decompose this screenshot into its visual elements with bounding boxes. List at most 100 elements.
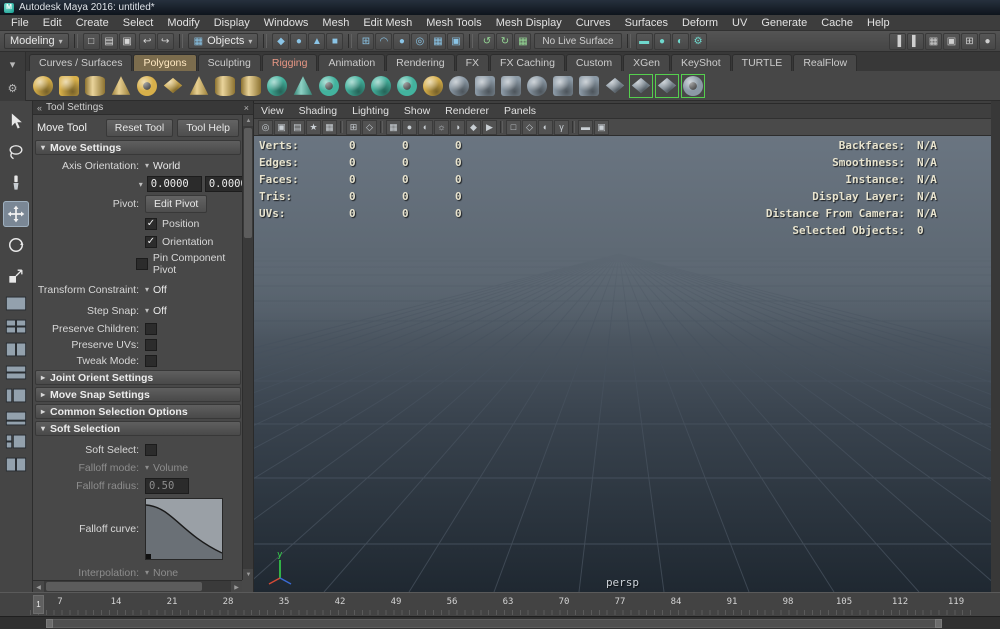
scroll-up-icon[interactable]: ▲ (243, 115, 254, 126)
section-joint-orient-settings[interactable]: ▸ Joint Orient Settings (35, 370, 241, 385)
paint-select-tool[interactable] (3, 170, 29, 196)
2d-pan-zoom-icon[interactable]: ⊞ (346, 120, 361, 135)
viewport-menu-shading[interactable]: Shading (299, 105, 338, 117)
status-separator[interactable] (627, 34, 631, 48)
lasso-tool[interactable] (3, 139, 29, 165)
open-scene-icon[interactable]: ▤ (101, 33, 118, 50)
shelf-tab-animation[interactable]: Animation (318, 54, 385, 71)
menu-uv[interactable]: UV (725, 17, 754, 29)
make-object-live-icon[interactable]: ▣ (447, 33, 464, 50)
falloff-curve-widget[interactable] (145, 498, 223, 560)
shelf-tab-xgen[interactable]: XGen (623, 54, 670, 71)
step-snap-dropdown[interactable]: ▾ Off (145, 305, 167, 317)
poly-sphere-icon[interactable] (31, 74, 55, 98)
menu-create[interactable]: Create (69, 17, 116, 29)
input-connections-icon[interactable]: ↺ (478, 33, 495, 50)
falloff-mode-dropdown[interactable]: ▾ Volume (145, 462, 188, 474)
isolate-select-icon[interactable]: □ (506, 120, 521, 135)
shelf-tab-fx[interactable]: FX (456, 54, 489, 71)
shelf-tab-realflow[interactable]: RealFlow (793, 54, 857, 71)
undo-icon[interactable]: ↩ (139, 33, 156, 50)
axis-y-field[interactable]: 0.0000 (205, 176, 243, 192)
tweak-mode-checkbox[interactable]: ✓ (145, 355, 157, 367)
shelf-tab-custom[interactable]: Custom (566, 54, 622, 71)
soft-select-checkbox[interactable]: ✓ (145, 444, 157, 456)
smooth-icon[interactable] (525, 74, 549, 98)
redo-icon[interactable]: ↪ (157, 33, 174, 50)
select-objects-icon[interactable]: ● (290, 33, 307, 50)
tool-help-button[interactable]: Tool Help (177, 119, 239, 137)
status-separator[interactable] (348, 34, 352, 48)
axis-x-field[interactable]: 0.0000 (147, 176, 202, 192)
new-scene-icon[interactable]: □ (83, 33, 100, 50)
bevel-icon[interactable] (577, 74, 601, 98)
move-tool[interactable] (3, 201, 29, 227)
axis-orientation-dropdown[interactable]: ▾ World (145, 160, 180, 172)
paint-effects-icon[interactable]: ● (979, 33, 996, 50)
edit-pivot-button[interactable]: Edit Pivot (145, 195, 207, 213)
use-all-lights-icon[interactable]: ☼ (434, 120, 449, 135)
snap-to-projected-center-icon[interactable]: ◎ (411, 33, 428, 50)
bridge-icon[interactable] (603, 74, 627, 98)
ultra-shape-icon[interactable] (421, 74, 445, 98)
lock-camera-icon[interactable]: ▣ (274, 120, 289, 135)
section-soft-selection[interactable]: ▾ Soft Selection (35, 421, 241, 436)
viewport-menu-panels[interactable]: Panels (504, 105, 536, 117)
bookmarks-icon[interactable]: ★ (306, 120, 321, 135)
orientation-checkbox[interactable]: ✓ (145, 236, 157, 248)
image-plane-icon[interactable]: ▦ (322, 120, 337, 135)
screen-space-ao-icon[interactable]: ◆ (466, 120, 481, 135)
preserve-uvs-checkbox[interactable]: ✓ (145, 339, 157, 351)
horizontal-scroll-thumb[interactable] (46, 582, 202, 591)
output-connections-icon[interactable]: ↻ (496, 33, 513, 50)
pin-component-pivot-checkbox[interactable]: ✓ (136, 258, 148, 270)
xray-icon[interactable]: ◇ (522, 120, 537, 135)
falloff-radius-field[interactable]: 0.50 (145, 478, 189, 494)
resolution-gate-icon[interactable]: ▬ (578, 120, 593, 135)
render-settings-icon[interactable]: ⚙ (690, 33, 707, 50)
poly-gear-icon[interactable] (317, 74, 341, 98)
poly-helix-icon[interactable] (239, 74, 263, 98)
selection-mode-selector[interactable]: ▦ Objects ▾ (188, 33, 259, 49)
selected-camera-icon[interactable]: ◎ (258, 120, 273, 135)
superellipse-icon[interactable] (369, 74, 393, 98)
select-tool[interactable] (3, 108, 29, 134)
separate-icon[interactable] (499, 74, 523, 98)
menu-windows[interactable]: Windows (257, 17, 316, 29)
shelf-tab-sculpting[interactable]: Sculpting (198, 54, 261, 71)
reset-tool-button[interactable]: Reset Tool (106, 119, 173, 137)
hypershade-persp-layout[interactable] (4, 433, 28, 450)
menu-select[interactable]: Select (116, 17, 161, 29)
tool-settings-vertical-scrollbar[interactable]: ▲ ▼ (242, 115, 253, 580)
poly-cone-icon[interactable] (109, 74, 133, 98)
shelf-editor-gear-icon[interactable]: ⚙ (8, 82, 18, 95)
status-separator[interactable] (74, 34, 78, 48)
single-pane-layout[interactable] (4, 295, 28, 312)
gamma-icon[interactable]: γ (554, 120, 569, 135)
status-separator[interactable] (179, 34, 183, 48)
textured-icon[interactable]: ◐ (418, 120, 433, 135)
section-move-settings[interactable]: ▾ Move Settings (35, 140, 241, 155)
rotate-tool[interactable] (3, 232, 29, 258)
multi-cut-icon[interactable] (629, 74, 653, 98)
menu-cache[interactable]: Cache (814, 17, 860, 29)
poly-pyramid-icon[interactable] (187, 74, 211, 98)
tool-settings-header[interactable]: « Tool Settings × (33, 101, 253, 115)
four-pane-layout[interactable] (4, 318, 28, 335)
select-mask-icon[interactable]: ■ (326, 33, 343, 50)
title-bar[interactable]: M Autodesk Maya 2016: untitled* (0, 0, 1000, 15)
persp-uv-layout[interactable] (4, 456, 28, 473)
select-components-icon[interactable]: ▲ (308, 33, 325, 50)
poly-torus-icon[interactable] (135, 74, 159, 98)
select-hierarchy-icon[interactable]: ◆ (272, 33, 289, 50)
menu-edit[interactable]: Edit (36, 17, 69, 29)
render-current-frame-icon[interactable]: ● (654, 33, 671, 50)
exposure-icon[interactable]: ◐ (538, 120, 553, 135)
section-common-selection-options[interactable]: ▸ Common Selection Options (35, 404, 241, 419)
persp-outliner-layout[interactable] (4, 387, 28, 404)
range-end-handle[interactable] (935, 619, 942, 628)
tool-settings-horizontal-scrollbar[interactable]: ◀ ▶ (33, 580, 242, 592)
construction-history-icon[interactable]: ▦ (514, 33, 531, 50)
menu-surfaces[interactable]: Surfaces (618, 17, 675, 29)
no-live-surface-field[interactable]: No Live Surface (534, 33, 621, 49)
